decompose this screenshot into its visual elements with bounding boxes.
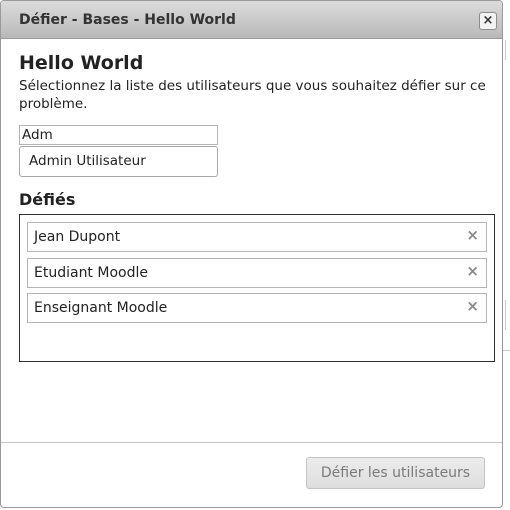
close-icon: × [482, 13, 494, 28]
challenge-users-button[interactable]: Défier les utilisateurs [306, 457, 485, 489]
challenged-user-name: Enseignant Moodle [34, 300, 168, 316]
challenged-user-name: Jean Dupont [34, 229, 121, 245]
problem-title: Hello World [19, 52, 144, 74]
challenge-dialog: Défier - Bases - Hello World × Hello Wor… [0, 0, 503, 508]
close-button[interactable]: × [479, 12, 497, 30]
challenged-user-item: Etudiant Moodle × [27, 258, 487, 288]
background-edge [505, 40, 506, 60]
challenged-label: Défiés [19, 190, 76, 209]
remove-icon[interactable]: × [466, 226, 479, 244]
challenged-users-list: Jean Dupont × Etudiant Moodle × Enseigna… [19, 214, 495, 362]
remove-icon[interactable]: × [466, 262, 479, 280]
footer-divider [1, 442, 502, 443]
challenged-user-name: Etudiant Moodle [34, 265, 148, 281]
challenged-user-item: Jean Dupont × [27, 222, 487, 252]
dialog-title: Défier - Bases - Hello World [19, 12, 236, 28]
dialog-titlebar[interactable]: Défier - Bases - Hello World × [1, 1, 502, 39]
instructions-text: Sélectionnez la liste des utilisateurs q… [19, 78, 486, 112]
user-suggestion[interactable]: Admin Utilisateur [19, 146, 218, 177]
remove-icon[interactable]: × [466, 297, 479, 315]
page: Défier - Bases - Hello World × Hello Wor… [0, 0, 510, 510]
challenged-user-item: Enseignant Moodle × [27, 293, 487, 323]
background-edge [505, 300, 506, 330]
user-search-input[interactable] [19, 125, 218, 145]
